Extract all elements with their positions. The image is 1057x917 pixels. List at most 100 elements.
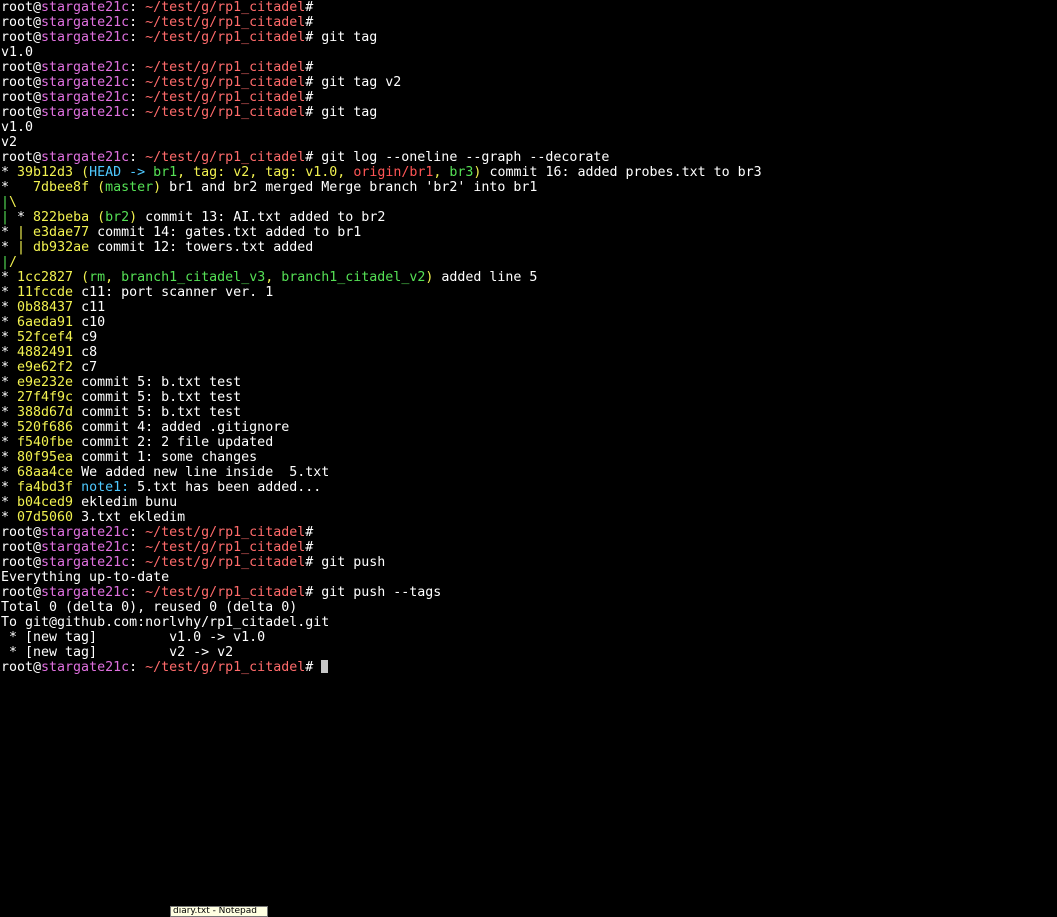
terminal-text-hash: 11fccde xyxy=(17,285,74,300)
terminal-text-default: ekledim bunu xyxy=(73,495,178,510)
terminal-line: * [new tag] v2 -> v2 xyxy=(1,645,1055,660)
terminal-text-default: # xyxy=(305,0,314,15)
terminal-text-graph-yellow: | xyxy=(17,240,26,255)
terminal-text-hash: db932ae xyxy=(33,240,90,255)
terminal-text-hash: 7dbee8f xyxy=(33,180,90,195)
terminal-text-host: stargate21c xyxy=(41,585,130,600)
terminal-text-tag: tag: v1.0 xyxy=(265,165,338,180)
terminal-text-default: * [new tag] v1.0 -> v1.0 xyxy=(1,630,266,645)
terminal-text-default: # xyxy=(305,660,322,675)
terminal-text-default: c7 xyxy=(73,360,98,375)
terminal-text-default: We added new line inside 5.txt xyxy=(73,465,330,480)
terminal-text-hash: 0b88437 xyxy=(17,300,74,315)
terminal-line: * | e3dae77 commit 14: gates.txt added t… xyxy=(1,225,1055,240)
terminal-text-default: commit 5: b.txt test xyxy=(73,405,242,420)
terminal-line: * 27f4f9c commit 5: b.txt test xyxy=(1,390,1055,405)
terminal-line: To git@github.com:norlvhy/rp1_citadel.gi… xyxy=(1,615,1055,630)
terminal-text-default: 3.txt ekledim xyxy=(73,510,186,525)
terminal-text-branch-local: br1 xyxy=(153,165,178,180)
terminal-text-default: : xyxy=(129,15,146,30)
terminal-text-default: c11 xyxy=(73,300,106,315)
terminal-text-host: stargate21c xyxy=(41,525,130,540)
terminal-text-hash: 07d5060 xyxy=(17,510,74,525)
terminal-line: v1.0 xyxy=(1,45,1055,60)
terminal-text-host: stargate21c xyxy=(41,60,130,75)
terminal-text-hash: e3dae77 xyxy=(33,225,90,240)
terminal-text-user: root@ xyxy=(1,660,42,675)
terminal-text-path: ~/test/g/rp1_citadel xyxy=(145,30,306,45)
terminal-text-graph-yellow: | xyxy=(17,225,26,240)
terminal-text-default: * xyxy=(9,210,34,225)
terminal-text-default: # git tag v2 xyxy=(305,75,402,90)
terminal-text-host: stargate21c xyxy=(41,75,130,90)
terminal-text-path: ~/test/g/rp1_citadel xyxy=(145,540,306,555)
terminal-text-default: # xyxy=(305,60,314,75)
terminal-text-default: br1 and br2 merged Merge branch 'br2' in… xyxy=(161,180,538,195)
terminal-text-branch-remote: origin/br1 xyxy=(353,165,434,180)
terminal-text-default xyxy=(25,225,33,240)
terminal-text-default: * xyxy=(1,495,18,510)
terminal-text-head: HEAD -> xyxy=(89,165,154,180)
terminal-text-path: ~/test/g/rp1_citadel xyxy=(145,15,306,30)
terminal-text-hash: , xyxy=(265,270,282,285)
terminal-text-default: * xyxy=(1,360,18,375)
terminal-line: root@stargate21c: ~/test/g/rp1_citadel# … xyxy=(1,75,1055,90)
terminal-text-path: ~/test/g/rp1_citadel xyxy=(145,60,306,75)
terminal-line: Total 0 (delta 0), reused 0 (delta 0) xyxy=(1,600,1055,615)
terminal-text-hash: e9e62f2 xyxy=(17,360,74,375)
terminal-text-default: commit 16: added probes.txt to br3 xyxy=(481,165,762,180)
terminal-text-default: : xyxy=(129,150,146,165)
terminal-text-path: ~/test/g/rp1_citadel xyxy=(145,75,306,90)
terminal-text-hash: fa4bd3f xyxy=(17,480,74,495)
terminal-text-path: ~/test/g/rp1_citadel xyxy=(145,660,306,675)
terminal-text-hash: ( xyxy=(73,165,90,180)
terminal-text-hash: 68aa4ce xyxy=(17,465,74,480)
terminal-text-graph-green: | xyxy=(1,210,10,225)
terminal-text-default: commit 5: b.txt test xyxy=(73,390,242,405)
terminal-text-default: : xyxy=(129,555,146,570)
terminal-line: root@stargate21c: ~/test/g/rp1_citadel# … xyxy=(1,30,1055,45)
terminal-line: * 0b88437 c11 xyxy=(1,300,1055,315)
terminal-text-default: * xyxy=(1,420,18,435)
terminal-text-hash: ) xyxy=(153,180,162,195)
terminal-line: * fa4bd3f note1: 5.txt has been added... xyxy=(1,480,1055,495)
terminal-text-hash: 80f95ea xyxy=(17,450,74,465)
terminal-text-default: # git log --oneline --graph --decorate xyxy=(305,150,610,165)
terminal-line: | * 822beba (br2) commit 13: AI.txt adde… xyxy=(1,210,1055,225)
terminal-line: root@stargate21c: ~/test/g/rp1_citadel# … xyxy=(1,150,1055,165)
terminal-line: v1.0 xyxy=(1,120,1055,135)
terminal-text-user: root@ xyxy=(1,555,42,570)
terminal-text-default: * xyxy=(1,240,18,255)
terminal-text-default: : xyxy=(129,525,146,540)
terminal-text-default: commit 1: some changes xyxy=(73,450,258,465)
terminal-text-hash: 4882491 xyxy=(17,345,74,360)
terminal-line: * 07d5060 3.txt ekledim xyxy=(1,510,1055,525)
terminal-text-hash: , xyxy=(177,165,194,180)
terminal-text-default: * xyxy=(1,435,18,450)
terminal-text-default: * xyxy=(1,330,18,345)
terminal-text-path: ~/test/g/rp1_citadel xyxy=(145,0,306,15)
terminal-text-default: commit 14: gates.txt added to br1 xyxy=(89,225,362,240)
terminal-text-hash: f540fbe xyxy=(17,435,74,450)
terminal-output[interactable]: root@stargate21c: ~/test/g/rp1_citadel# r… xyxy=(1,0,1055,913)
terminal-text-default xyxy=(73,480,81,495)
terminal-text-hash: 1cc2827 xyxy=(17,270,74,285)
terminal-text-branch-local: branch1_citadel_v3 xyxy=(121,270,266,285)
terminal-text-default: Everything up-to-date xyxy=(1,570,170,585)
terminal-text-hash: 520f686 xyxy=(17,420,74,435)
terminal-text-default: commit 2: 2 file updated xyxy=(73,435,274,450)
terminal-text-default: v2 xyxy=(1,135,18,150)
terminal-text-default: * xyxy=(1,300,18,315)
terminal-text-hash: ) xyxy=(129,210,138,225)
terminal-text-default: : xyxy=(129,30,146,45)
terminal-text-default: : xyxy=(129,660,146,675)
terminal-text-default: * xyxy=(1,450,18,465)
terminal-text-default: commit 13: AI.txt added to br2 xyxy=(137,210,386,225)
terminal-text-hash: 822beba xyxy=(33,210,90,225)
terminal-line: root@stargate21c: ~/test/g/rp1_citadel# xyxy=(1,90,1055,105)
terminal-text-user: root@ xyxy=(1,150,42,165)
terminal-text-default: c9 xyxy=(73,330,98,345)
terminal-text-default: * xyxy=(1,465,18,480)
terminal-text-default: * xyxy=(1,390,18,405)
terminal-text-default: # xyxy=(305,90,314,105)
